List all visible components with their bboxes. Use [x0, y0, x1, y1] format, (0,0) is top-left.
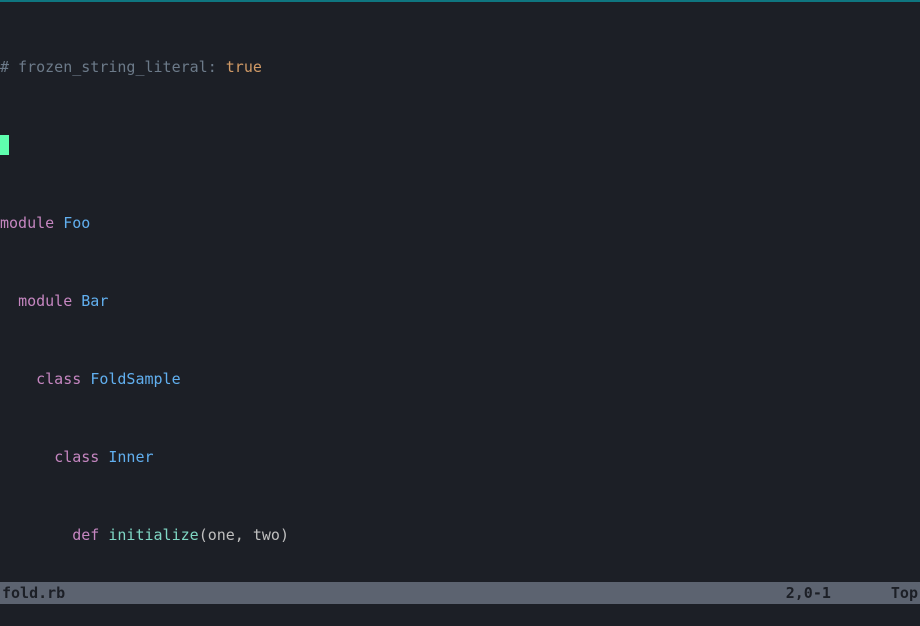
code-line: class FoldSample	[0, 366, 920, 392]
method-initialize: initialize	[108, 526, 198, 544]
module-name-bar: Bar	[81, 292, 108, 310]
kw-module: module	[0, 214, 54, 232]
code-line: module Bar	[0, 288, 920, 314]
code-line: # frozen_string_literal: true	[0, 54, 920, 80]
kw-class: class	[54, 448, 99, 466]
comment-hash: #	[0, 58, 9, 76]
status-filename: fold.rb	[2, 582, 65, 604]
kw-class: class	[36, 370, 81, 388]
kw-def: def	[72, 526, 99, 544]
comment-key: frozen_string_literal:	[9, 58, 226, 76]
vim-editor[interactable]: # frozen_string_literal: true module Foo…	[0, 0, 920, 626]
code-line-cursor	[0, 132, 920, 158]
class-name-foldsample: FoldSample	[90, 370, 180, 388]
class-name-inner: Inner	[108, 448, 153, 466]
module-name-foo: Foo	[63, 214, 90, 232]
kw-module: module	[18, 292, 72, 310]
cursor-block	[0, 135, 9, 155]
params-inner: (one, two)	[199, 526, 289, 544]
status-scroll: Top	[891, 582, 918, 604]
code-area[interactable]: # frozen_string_literal: true module Foo…	[0, 2, 920, 626]
comment-value: true	[226, 58, 262, 76]
status-bar: fold.rb 2,0-1 Top	[0, 582, 920, 604]
code-line: module Foo	[0, 210, 920, 236]
status-spacer	[65, 582, 786, 604]
command-line[interactable]	[0, 604, 920, 626]
status-position: 2,0-1	[786, 582, 891, 604]
code-line: class Inner	[0, 444, 920, 470]
code-line: def initialize(one, two)	[0, 522, 920, 548]
